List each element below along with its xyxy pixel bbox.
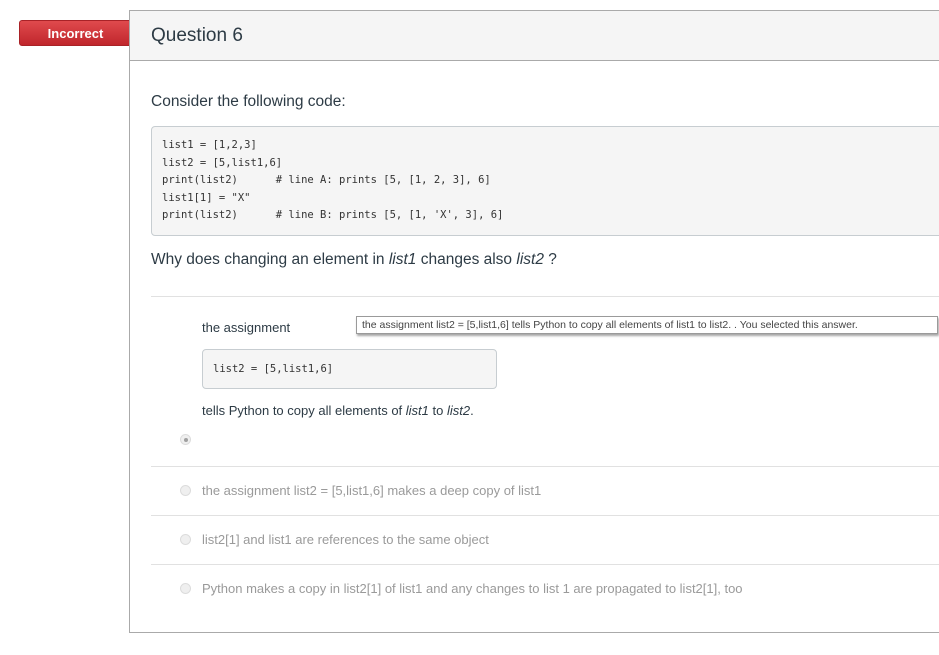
answer-var-list1: list1 <box>405 403 429 418</box>
code-block: list1 = [1,2,3] list2 = [5,list1,6] prin… <box>151 126 939 236</box>
question-header: Question 6 <box>130 11 939 61</box>
code-line: list2 = [5,list1,6] <box>162 156 283 169</box>
answer-text: Python makes a copy in list2[1] of list1… <box>202 581 743 596</box>
divider <box>151 515 939 516</box>
radio-button[interactable] <box>180 583 191 594</box>
answer-text-part: tells Python to copy all elements of <box>202 403 406 418</box>
prompt-text: changes also <box>416 251 517 268</box>
question-title: Question 6 <box>151 25 243 46</box>
divider <box>151 466 939 467</box>
question-intro: Consider the following code: <box>151 93 346 110</box>
code-line: list1 = [1,2,3] <box>162 139 257 151</box>
radio-button[interactable] <box>180 485 191 496</box>
prompt-text: ? <box>543 251 557 268</box>
divider <box>151 296 939 297</box>
answer-text: the assignment list2 = [5,list1,6] makes… <box>202 483 542 498</box>
radio-button[interactable] <box>180 534 191 545</box>
prompt-var-list2: list2 <box>516 251 544 268</box>
code-line: list1[1] = "X" <box>162 191 251 204</box>
divider <box>151 564 939 565</box>
question-card: Question 6 Consider the following code: … <box>129 10 939 633</box>
code-line: print(list2) # line B: prints [5, [1, 'X… <box>162 209 504 221</box>
answer-var-list2: list2 <box>446 403 471 418</box>
incorrect-badge: Incorrect <box>19 20 143 46</box>
answer-text-part: . <box>470 403 474 418</box>
prompt-var-list1: list1 <box>388 251 417 268</box>
prompt-text: Why does changing an element in <box>151 251 389 268</box>
answer-tooltip: the assignment list2 = [5,list1,6] tells… <box>356 316 938 334</box>
question-prompt: Why does changing an element in list1 ch… <box>151 251 557 269</box>
code-line: print(list2) # line A: prints [5, [1, 2,… <box>162 174 491 186</box>
answer-code: list2 = [5,list1,6] <box>202 349 497 389</box>
answer-text-part: to <box>428 403 447 418</box>
radio-selected[interactable] <box>180 434 191 445</box>
answer-text: tells Python to copy all elements of lis… <box>202 403 474 418</box>
answer-text: list2[1] and list1 are references to the… <box>202 532 489 547</box>
answer-label: the assignment <box>202 320 291 335</box>
